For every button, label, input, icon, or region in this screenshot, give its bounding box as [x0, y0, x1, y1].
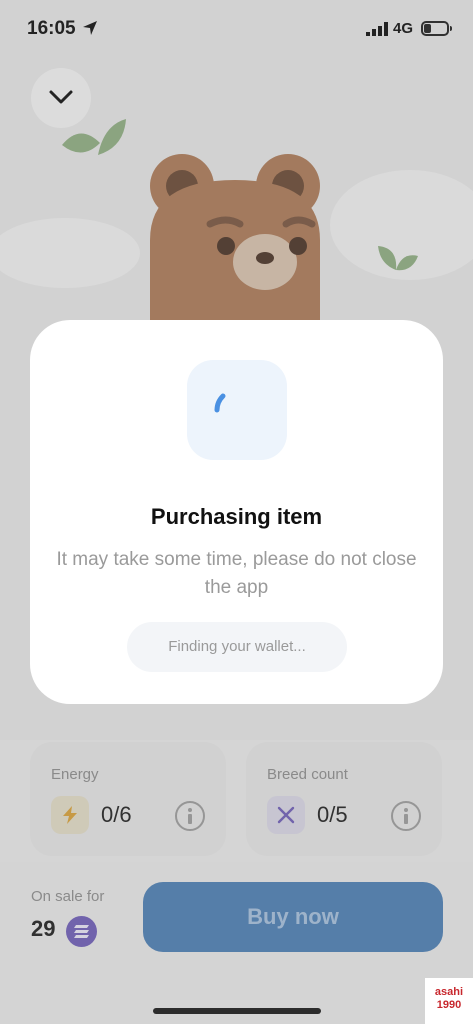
- watermark-logo: asahi 1990: [425, 978, 473, 1024]
- purchasing-dialog: Purchasing item It may take some time, p…: [30, 320, 443, 704]
- dialog-title: Purchasing item: [150, 504, 323, 529]
- loading-spinner-icon: [187, 360, 287, 460]
- status-message: Finding your wallet...: [127, 622, 347, 672]
- dialog-description: It may take some time, please do not clo…: [56, 549, 417, 598]
